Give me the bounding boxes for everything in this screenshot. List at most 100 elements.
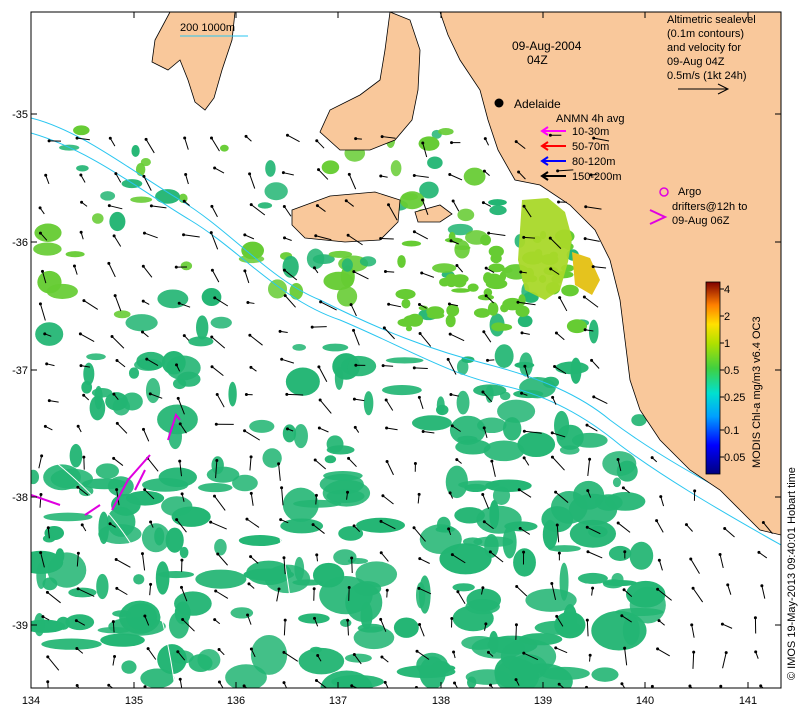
velocity-arrow-origin [516,300,520,304]
velocity-arrow-origin [107,683,111,687]
chl-patch [431,661,451,675]
velocity-arrow-origin [387,302,391,306]
velocity-arrow-origin [554,646,558,650]
velocity-arrow-origin [212,494,216,498]
ocean-chlorophyll-map: Adelaide 09-Aug-2004 04Z 200 1000m Altim… [12,11,798,707]
chl-patch [257,202,273,209]
velocity-arrow-origin [246,613,250,617]
chl-patch [340,618,352,627]
velocity-arrow-origin [621,486,625,490]
chl-patch [157,570,195,579]
velocity-arrow-origin [622,588,626,592]
velocity-arrow-origin [448,172,452,176]
velocity-arrow-origin [314,678,318,682]
velocity-arrow-origin [450,424,454,428]
velocity-arrow-origin [79,173,83,177]
velocity-arrow-origin [549,267,553,271]
velocity-arrow-origin [242,684,246,688]
chl-patch [128,367,140,379]
velocity-arrow-origin [249,365,253,369]
chl-patch [195,569,247,589]
chl-patch [42,577,58,591]
chl-patch [46,283,78,299]
velocity-arrow-origin [488,683,492,687]
chl-patch [439,277,450,287]
velocity-arrow-origin [176,396,180,400]
chl-patch [230,607,254,619]
svg-text:Altimetric sealevel: Altimetric sealevel [667,14,756,26]
colorbar-tick-label: 0.25 [724,392,745,404]
velocity-arrow-origin [178,677,182,681]
velocity-arrow-origin [553,365,557,369]
velocity-arrow [383,365,394,367]
velocity-arrow-origin [182,233,186,237]
velocity-arrow-origin [38,231,42,235]
velocity-arrow-origin [315,553,319,557]
velocity-arrow-origin [313,616,317,620]
velocity-arrow-origin [110,335,114,339]
chl-patch [197,483,233,493]
velocity-arrow-origin [278,329,282,333]
chl-patch [86,353,106,361]
velocity-arrow-origin [349,303,353,307]
chl-patch [608,545,632,561]
velocity-arrow-origin [213,166,217,170]
chl-patch [454,507,485,524]
velocity-arrow-origin [591,586,595,590]
velocity-arrow-origin [210,335,214,339]
velocity-arrow-origin [115,421,119,425]
chl-patch [125,603,158,631]
velocity-arrow-origin [554,331,558,335]
chl-patch [466,588,502,612]
chl-patch [338,526,364,541]
velocity-arrow-origin [176,650,180,654]
chl-patch [484,273,502,284]
svg-text:ANMN 4h avg: ANMN 4h avg [556,113,624,125]
velocity-arrow-origin [184,173,188,177]
velocity-arrow-origin [180,558,184,562]
velocity-arrow-origin [486,358,490,362]
velocity-arrow-origin [520,391,524,395]
colorbar-tick-label: 4 [724,284,730,296]
chl-patch [238,535,282,546]
chl-patch [353,626,395,650]
velocity-arrow-origin [352,397,356,401]
svg-text:0.5m/s (1kt 24h): 0.5m/s (1kt 24h) [667,70,746,82]
chl-patch [336,286,358,307]
velocity-arrow-origin [244,392,248,396]
velocity-arrow-origin [280,357,284,361]
velocity-arrow-origin [108,136,112,140]
x-tick-label: 135 [125,695,143,707]
velocity-arrow-origin [82,455,86,459]
velocity-arrow-origin [418,623,422,627]
velocity-arrow-origin [550,431,554,435]
velocity-arrow-origin [346,490,350,494]
svg-text:Argo: Argo [678,186,701,198]
velocity-arrow-origin [217,648,221,652]
velocity-arrow-origin [174,265,178,269]
chl-patch [109,211,126,232]
chl-patch [353,581,382,596]
velocity-arrow-origin [282,556,286,560]
chl-patch [382,385,422,396]
velocity-arrow-origin [352,328,356,332]
x-tick-label: 140 [636,695,654,707]
chl-patch [438,128,454,136]
x-tick-label: 139 [534,695,552,707]
velocity-arrow-origin [759,684,763,688]
chl-patch [451,288,471,293]
velocity-arrow-origin [245,517,249,521]
velocity-arrow-origin [350,556,354,560]
velocity-arrow-origin [650,684,654,688]
velocity-arrow-origin [482,169,486,173]
velocity-arrow-origin [107,204,111,208]
chl-patch [554,611,586,639]
chl-patch [467,283,479,292]
velocity-arrow-origin [182,199,186,203]
velocity-arrow-origin [282,681,286,685]
velocity-arrow-origin [41,615,45,619]
chl-patch [69,443,83,468]
chl-patch [456,390,470,415]
velocity-arrow-origin [148,392,152,396]
anmn-depth-label: 150-200m [572,171,622,183]
